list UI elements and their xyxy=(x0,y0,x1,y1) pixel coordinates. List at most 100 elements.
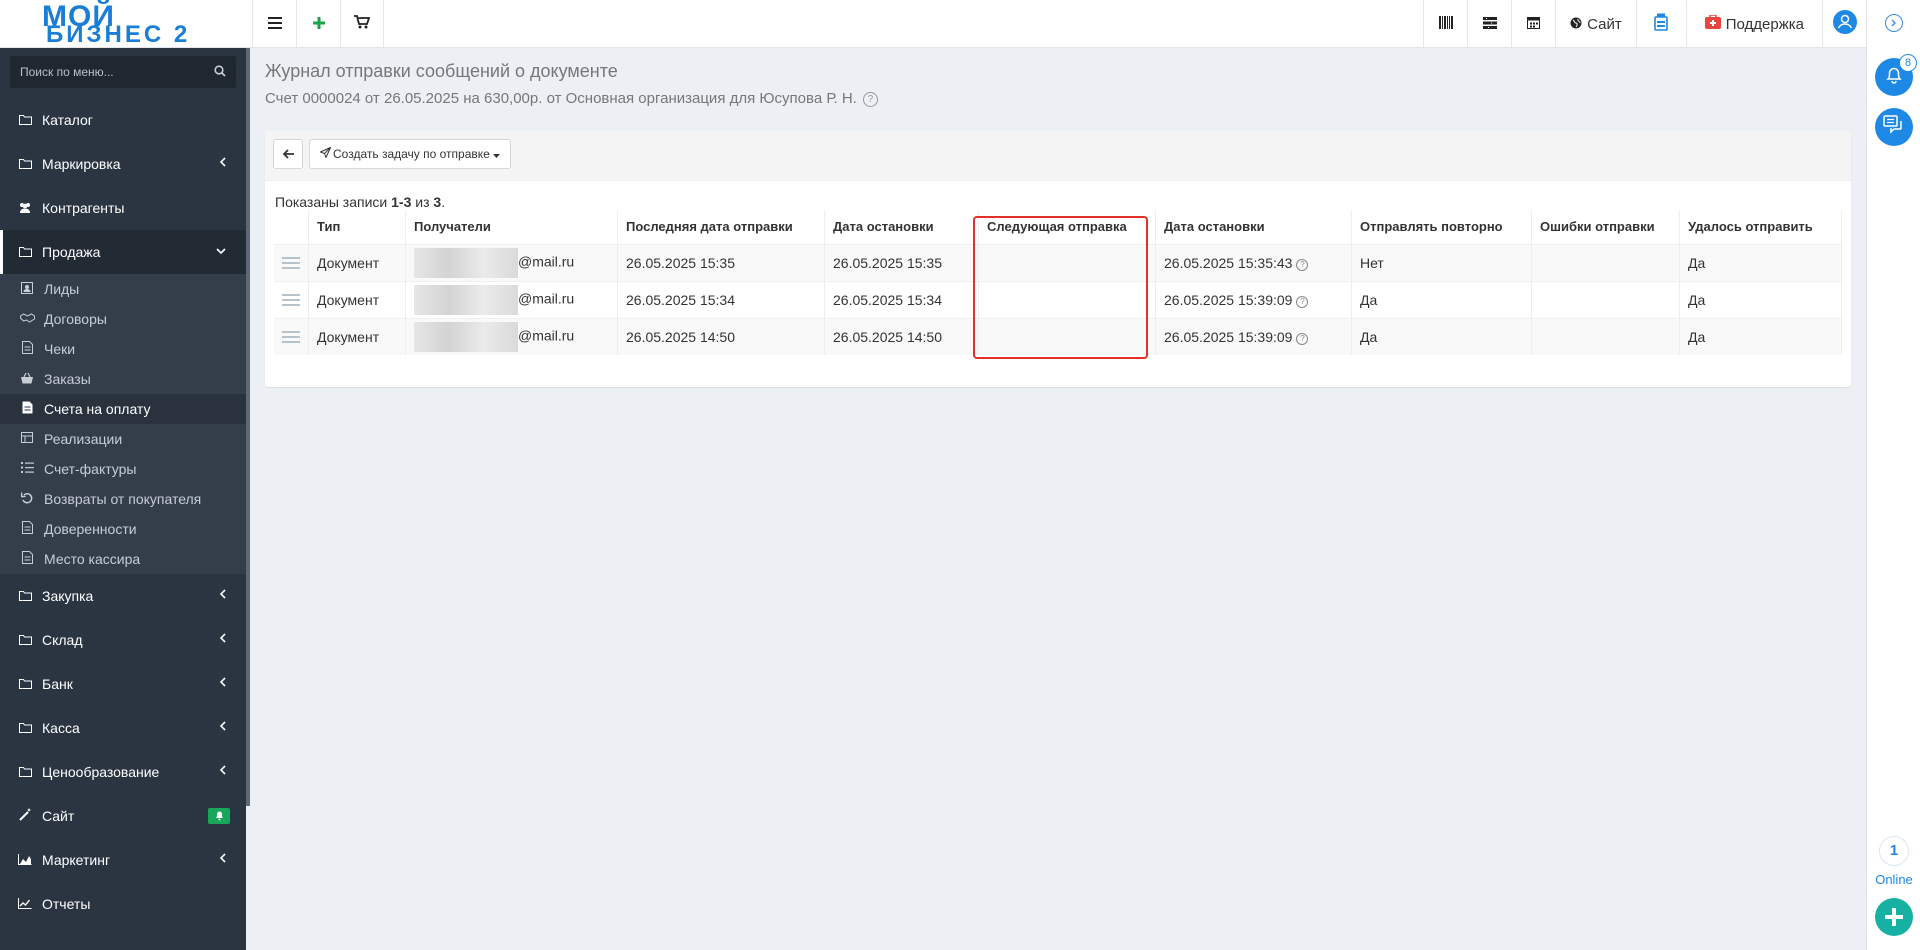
sidebar-item-purchase[interactable]: Закупка xyxy=(0,574,246,618)
chevron-left-icon xyxy=(219,764,226,778)
folder-icon xyxy=(18,721,32,736)
folder-icon xyxy=(18,765,32,780)
sidebar-item-cash[interactable]: Касса xyxy=(0,706,246,750)
cell-errors xyxy=(1531,243,1680,281)
cell-last-sent: 26.05.2025 15:35 xyxy=(617,243,825,281)
add-floating-button[interactable] xyxy=(1875,898,1913,936)
first-aid-icon xyxy=(1704,14,1721,33)
chevron-right-circle-icon[interactable] xyxy=(1885,14,1903,32)
chat-icon xyxy=(1883,114,1905,140)
sidebar-item-label: Склад xyxy=(42,632,83,648)
row-drag-handle[interactable] xyxy=(274,317,309,355)
cell-resend: Да xyxy=(1351,280,1532,318)
sidebar-subitem-label: Место кассира xyxy=(44,551,141,567)
sidebar-item-label: Каталог xyxy=(42,112,93,128)
cart-button[interactable] xyxy=(340,0,384,48)
cell-resend: Нет xyxy=(1351,243,1532,281)
help-icon[interactable]: ? xyxy=(862,92,878,107)
sidebar-subitem-powers-of-attorney[interactable]: Доверенности xyxy=(0,514,246,544)
notifications-button[interactable]: 8 xyxy=(1875,54,1917,96)
sidebar-subitem-cashier-place[interactable]: Место кассира xyxy=(0,544,246,574)
plus-icon xyxy=(312,16,325,33)
column-header-sent-ok[interactable]: Удалось отправить xyxy=(1679,210,1842,244)
cell-type: Документ xyxy=(308,317,406,355)
help-icon[interactable]: ? xyxy=(1296,332,1309,345)
cashier-button[interactable] xyxy=(1635,0,1686,48)
sidebar-item-catalog[interactable]: Каталог xyxy=(0,98,246,142)
handshake-icon xyxy=(20,312,35,326)
sidebar-subitem-receipts[interactable]: Чеки xyxy=(0,334,246,364)
column-header-last-sent[interactable]: Последняя дата отправки xyxy=(617,210,825,244)
sidebar-item-marketing[interactable]: Маркетинг xyxy=(0,838,246,882)
column-header-resend[interactable]: Отправлять повторно xyxy=(1351,210,1532,244)
create-task-dropdown-button[interactable]: Создать задачу по отправке xyxy=(309,139,511,169)
sidebar-subitem-realizations[interactable]: Реализации xyxy=(0,424,246,454)
globe-icon xyxy=(1570,16,1582,33)
help-icon[interactable]: ? xyxy=(1296,258,1309,271)
sidebar-subitem-invoices[interactable]: Счета на оплату xyxy=(0,394,246,424)
support-button[interactable]: Поддержка xyxy=(1685,0,1822,48)
cell-stop-date-2: 26.05.2025 15:39:09? xyxy=(1155,280,1352,318)
cart-icon xyxy=(354,15,371,33)
column-header-errors[interactable]: Ошибки отправки xyxy=(1531,210,1680,244)
create-task-label: Создать задачу по отправке xyxy=(333,147,490,161)
cell-recipient: @mail.ru xyxy=(405,280,618,318)
sidebar-item-bank[interactable]: Банк xyxy=(0,662,246,706)
sidebar-subitem-leads[interactable]: Лиды xyxy=(0,274,246,304)
folder-icon xyxy=(18,677,32,692)
menu-search[interactable]: Поиск по меню... xyxy=(10,56,236,88)
user-avatar-button[interactable] xyxy=(1822,0,1866,48)
cell-recipient: @mail.ru xyxy=(405,243,618,281)
sidebar-subitem-returns[interactable]: Возвраты от покупателя xyxy=(0,484,246,514)
cell-resend: Да xyxy=(1351,317,1532,355)
list-settings-button[interactable] xyxy=(1467,0,1511,48)
back-button[interactable] xyxy=(273,139,303,169)
sidebar-item-pricing[interactable]: Ценообразование xyxy=(0,750,246,794)
top-bar: МОЙ БИЗНЕС 2 Сайт Поддержка xyxy=(0,0,1866,48)
menu-toggle-button[interactable] xyxy=(252,0,296,48)
area-chart-icon xyxy=(18,853,32,868)
sidebar-subitem-tax-invoices[interactable]: Счет-фактуры xyxy=(0,454,246,484)
row-drag-handle[interactable] xyxy=(274,280,309,318)
page-subtitle: Счет 0000024 от 26.05.2025 на 630,00р. о… xyxy=(265,90,878,107)
sidebar-item-label: Сайт xyxy=(42,808,75,824)
cell-sent-ok: Да xyxy=(1679,317,1842,355)
menu-search-placeholder: Поиск по меню... xyxy=(20,65,114,79)
column-header-recipients[interactable]: Получатели xyxy=(405,210,618,244)
column-header-type[interactable]: Тип xyxy=(308,210,406,244)
cell-type: Документ xyxy=(308,280,406,318)
arrow-left-icon xyxy=(282,147,294,162)
sidebar-item-site[interactable]: Сайт xyxy=(0,794,246,838)
next-send-column-highlight xyxy=(973,216,1148,359)
online-label: Online xyxy=(1875,872,1913,887)
chat-button[interactable] xyxy=(1875,108,1913,146)
sidebar-item-reports[interactable]: Отчеты xyxy=(0,882,246,926)
sidebar-subitem-orders[interactable]: Заказы xyxy=(0,364,246,394)
sidebar-item-marking[interactable]: Маркировка xyxy=(0,142,246,186)
logo-line-2: БИЗНЕС 2 xyxy=(46,21,191,48)
chevron-left-icon xyxy=(219,632,226,646)
recipient-domain: @mail.ru xyxy=(518,327,575,344)
calendar-icon xyxy=(1527,16,1541,33)
sidebar-subitem-contracts[interactable]: Договоры xyxy=(0,304,246,334)
help-icon[interactable]: ? xyxy=(1296,295,1309,308)
column-header-stop-date-2[interactable]: Дата остановки xyxy=(1155,210,1352,244)
paper-plane-icon xyxy=(319,146,332,161)
sidebar-item-sales[interactable]: Продажа xyxy=(0,230,246,274)
sidebar-item-label: Ценообразование xyxy=(42,764,160,780)
column-header-stop-date[interactable]: Дата остановки xyxy=(824,210,979,244)
sidebar-item-warehouse[interactable]: Склад xyxy=(0,618,246,662)
site-button[interactable]: Сайт xyxy=(1555,0,1636,48)
online-count[interactable]: 1 xyxy=(1879,836,1909,866)
barcode-button[interactable] xyxy=(1423,0,1467,48)
add-button[interactable] xyxy=(296,0,340,48)
sidebar-subitem-label: Счета на оплату xyxy=(44,401,151,417)
calendar-button[interactable] xyxy=(1511,0,1555,48)
row-drag-handle[interactable] xyxy=(274,243,309,281)
logo[interactable]: МОЙ БИЗНЕС 2 xyxy=(0,0,252,48)
sidebar-item-contractors[interactable]: Контрагенты xyxy=(0,186,246,230)
cell-sent-ok: Да xyxy=(1679,243,1842,281)
cell-recipient: @mail.ru xyxy=(405,317,618,355)
chevron-down-icon xyxy=(216,244,226,258)
cell-type: Документ xyxy=(308,243,406,281)
